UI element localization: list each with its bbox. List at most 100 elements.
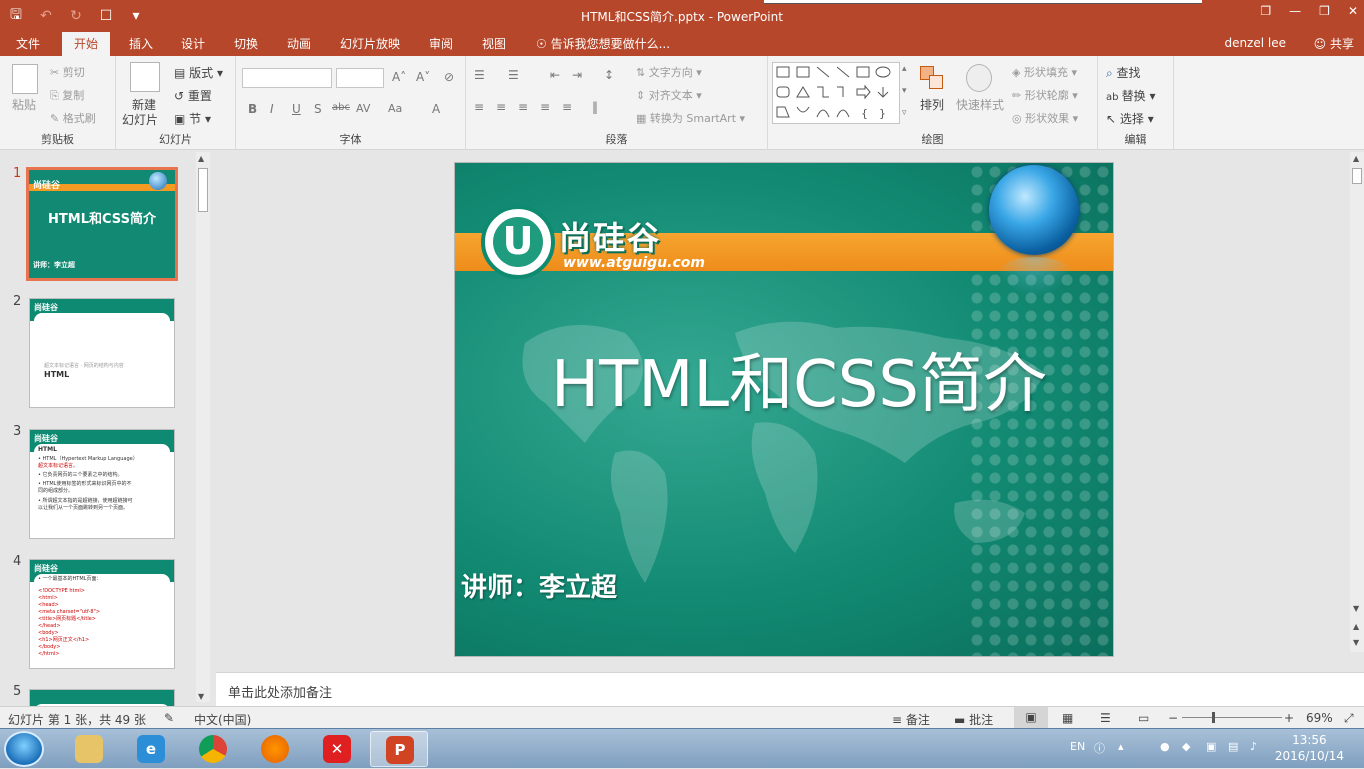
font-color-button[interactable]: A <box>432 102 440 116</box>
shape-outline-button[interactable]: ✏ 形状轮廓 ▾ <box>1012 87 1078 103</box>
grow-font-icon[interactable]: A˄ <box>392 70 406 84</box>
tab-home[interactable]: 开始 <box>62 32 111 56</box>
reset-button[interactable]: ↺ 重置 <box>174 87 212 104</box>
help-icon[interactable]: ⓘ <box>1094 740 1105 756</box>
shrink-font-icon[interactable]: A˅ <box>416 70 430 84</box>
notes-pane[interactable]: 单击此处添加备注 <box>216 672 1364 706</box>
change-case-button[interactable]: Aa <box>388 102 402 115</box>
section-button[interactable]: ▣ 节 ▾ <box>174 110 211 127</box>
cut-button[interactable]: ✂ 剪切 <box>50 64 85 80</box>
scroll-up-icon[interactable]: ▲ <box>198 154 204 163</box>
replace-button[interactable]: ab 替换 ▾ <box>1106 87 1156 104</box>
thumbnail-slide-5[interactable] <box>29 689 175 706</box>
tab-animations[interactable]: 动画 <box>287 35 311 52</box>
quick-styles-button[interactable]: 快速样式 <box>956 96 1004 113</box>
numbering-icon[interactable]: ☰ <box>508 68 519 82</box>
taskbar-xmind[interactable]: ✕ <box>308 731 366 767</box>
layout-button[interactable]: ▤ 版式 ▾ <box>174 64 223 81</box>
taskbar-ie[interactable]: e <box>122 731 180 767</box>
taskbar-firefox[interactable] <box>246 731 304 767</box>
bullets-icon[interactable]: ☰ <box>474 68 485 82</box>
bold-button[interactable]: B <box>248 102 257 116</box>
current-slide[interactable]: U 尚硅谷 www.atguigu.com HTML和CSS简介 讲师：李立超 <box>454 162 1114 657</box>
taskbar-explorer[interactable] <box>60 731 118 767</box>
scrollbar-thumb[interactable] <box>198 168 208 212</box>
gallery-up-icon[interactable]: ▴ <box>902 64 907 74</box>
zoom-in-icon[interactable]: + <box>1284 711 1294 725</box>
spellcheck-icon[interactable]: ✎ <box>164 711 174 725</box>
thumbnails-scrollbar[interactable]: ▲ ▼ <box>196 152 210 702</box>
strikethrough-button[interactable]: abc <box>332 102 350 113</box>
tray-app-icon[interactable]: ◆ <box>1182 740 1190 753</box>
zoom-out-icon[interactable]: − <box>1168 711 1178 725</box>
scrollbar-thumb[interactable] <box>1352 168 1362 184</box>
new-slide-label-2[interactable]: 幻灯片 <box>122 111 158 128</box>
next-slide-icon[interactable]: ▼ <box>1353 638 1359 647</box>
input-language[interactable]: EN <box>1070 740 1085 753</box>
ribbon-display-icon[interactable]: ❐ <box>1260 4 1271 18</box>
increase-indent-icon[interactable]: ⇥ <box>572 68 582 82</box>
copy-button[interactable]: ⎘ 复制 <box>50 87 84 103</box>
distributed-icon[interactable]: ≡ <box>562 100 572 114</box>
underline-button[interactable]: U <box>292 102 301 116</box>
volume-icon[interactable]: ♪ <box>1250 740 1257 753</box>
italic-button[interactable]: I <box>270 102 274 116</box>
slide-sorter-button[interactable]: ▦ <box>1062 711 1073 725</box>
zoom-level[interactable]: 69% <box>1306 711 1333 725</box>
scroll-down-icon[interactable]: ▼ <box>1353 604 1359 613</box>
close-icon[interactable]: ✕ <box>1348 4 1358 18</box>
network-icon[interactable]: ▤ <box>1228 740 1238 753</box>
select-button[interactable]: ↖ 选择 ▾ <box>1106 110 1154 127</box>
align-text-button[interactable]: ⇕ 对齐文本 ▾ <box>636 87 702 103</box>
paste-button[interactable]: 粘贴 <box>12 96 36 113</box>
tray-app-icon[interactable]: ● <box>1160 740 1170 753</box>
maximize-icon[interactable]: ❒ <box>1319 4 1330 18</box>
scroll-up-icon[interactable]: ▲ <box>1353 154 1359 163</box>
comments-button[interactable]: ▬ 批注 <box>954 711 993 728</box>
tray-expand-icon[interactable]: ▴ <box>1118 740 1124 753</box>
language-indicator[interactable]: 中文(中国) <box>194 711 251 728</box>
slide-lecturer[interactable]: 讲师：李立超 <box>461 567 617 604</box>
previous-slide-icon[interactable]: ▲ <box>1353 622 1359 631</box>
text-direction-button[interactable]: ⇅ 文字方向 ▾ <box>636 64 702 80</box>
fit-slide-icon[interactable]: ⤢ <box>1344 711 1354 726</box>
align-center-icon[interactable]: ≡ <box>496 100 506 114</box>
tab-design[interactable]: 设计 <box>181 35 205 52</box>
user-name[interactable]: denzel lee <box>1224 36 1286 50</box>
reading-view-button[interactable]: ☰ <box>1100 711 1111 725</box>
taskbar-chrome[interactable] <box>184 731 242 767</box>
tab-review[interactable]: 审阅 <box>429 35 453 52</box>
gallery-more-icon[interactable]: ▿ <box>902 108 907 118</box>
start-button[interactable] <box>4 731 44 767</box>
char-spacing-button[interactable]: AV <box>356 102 370 115</box>
shadow-button[interactable]: S <box>314 102 322 116</box>
share-button[interactable]: ☺ 共享 <box>1314 35 1354 52</box>
tray-app-icon[interactable]: ▣ <box>1206 740 1216 753</box>
tab-slideshow[interactable]: 幻灯片放映 <box>340 35 400 52</box>
arrange-button[interactable]: 排列 <box>920 96 944 113</box>
find-button[interactable]: ⌕ 查找 <box>1106 64 1141 81</box>
normal-view-button[interactable]: ▣ <box>1014 707 1048 728</box>
thumbnail-slide-3[interactable]: 尚硅谷 HTML • HTML（Hypertext Markup Languag… <box>29 429 175 539</box>
align-left-icon[interactable]: ≡ <box>474 100 484 114</box>
thumbnail-slide-4[interactable]: 尚硅谷 • 一个最基本的HTML页面： <!DOCTYPE html> <htm… <box>29 559 175 669</box>
scroll-down-icon[interactable]: ▼ <box>198 692 204 701</box>
zoom-slider-knob[interactable] <box>1212 712 1215 723</box>
line-spacing-icon[interactable]: ↕ <box>604 68 614 82</box>
slide-title[interactable]: HTML和CSS简介 <box>455 333 1113 425</box>
format-painter-button[interactable]: ✎ 格式刷 <box>50 110 96 126</box>
tab-transitions[interactable]: 切换 <box>234 35 258 52</box>
taskbar-powerpoint[interactable]: P <box>370 731 428 767</box>
clear-format-icon[interactable]: ⊘ <box>444 70 454 84</box>
columns-icon[interactable]: ‖ <box>592 100 598 114</box>
tell-me-search[interactable]: ☉ 告诉我您想要做什么... <box>536 35 670 52</box>
tab-file[interactable]: 文件 <box>16 35 40 52</box>
decrease-indent-icon[interactable]: ⇤ <box>550 68 560 82</box>
notes-toggle-button[interactable]: ≡ 备注 <box>892 711 930 728</box>
thumbnail-slide-2[interactable]: 尚硅谷 超文本标记语言 · 网页的结构与内容 HTML <box>29 298 175 408</box>
smartart-button[interactable]: ▦ 转换为 SmartArt ▾ <box>636 110 745 126</box>
font-name-combo[interactable] <box>242 68 332 88</box>
shape-effects-button[interactable]: ◎ 形状效果 ▾ <box>1012 110 1078 126</box>
zoom-slider[interactable] <box>1182 717 1282 718</box>
tab-view[interactable]: 视图 <box>482 35 506 52</box>
